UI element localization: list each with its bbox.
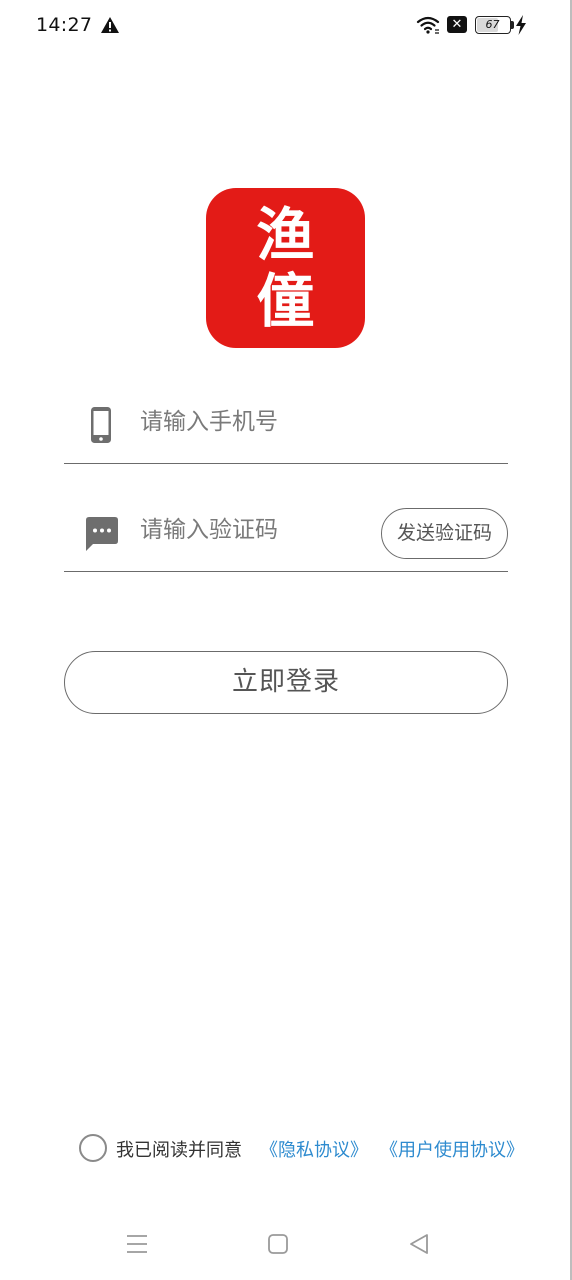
battery-tip (511, 21, 514, 29)
message-icon (86, 517, 118, 551)
code-input[interactable] (140, 510, 370, 550)
status-bar: 14:27 ✕ 67 (0, 0, 572, 52)
home-icon[interactable] (266, 1232, 290, 1256)
login-screen: 14:27 ✕ 67 渔 僮 请输入手机号 请输入验证码 发送验证码 立即登录 … (0, 0, 572, 1280)
back-icon[interactable] (407, 1232, 431, 1256)
phone-input[interactable] (140, 402, 370, 442)
phone-field (64, 394, 508, 464)
agree-text: 我已阅读并同意 (116, 1140, 242, 1161)
battery-level: 67 (485, 18, 500, 31)
wifi-icon (416, 16, 440, 34)
status-time: 14:27 (36, 14, 93, 36)
system-nav-bar (0, 1220, 572, 1270)
menu-icon[interactable] (125, 1232, 149, 1256)
privacy-link[interactable]: 《隐私协议》 (260, 1136, 368, 1162)
logo-char-1: 渔 (256, 201, 315, 269)
logo-char-2: 僮 (256, 267, 315, 335)
send-code-button[interactable]: 发送验证码 (381, 508, 508, 559)
agreement-row: 我已阅读并同意 《隐私协议》 《用户使用协议》 (79, 1133, 549, 1163)
login-button[interactable]: 立即登录 (64, 651, 508, 714)
agree-checkbox[interactable] (79, 1134, 107, 1162)
code-field: 发送验证码 (64, 502, 508, 572)
warning-icon (101, 17, 119, 33)
phone-icon (91, 407, 111, 443)
charging-bolt-icon (516, 15, 526, 35)
logo-text: 渔 僮 (206, 202, 365, 334)
terms-link[interactable]: 《用户使用协议》 (380, 1136, 524, 1162)
app-logo: 渔 僮 (206, 188, 365, 348)
battery-icon: 67 (475, 16, 511, 34)
sim-x-icon: ✕ (447, 16, 467, 33)
